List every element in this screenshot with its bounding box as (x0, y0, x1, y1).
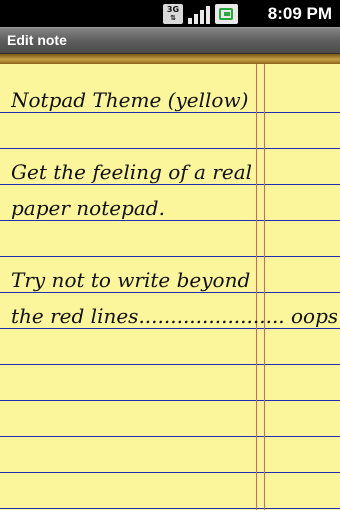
status-time: 8:09 PM (267, 4, 332, 23)
note-line: Notpad Theme (yellow) (11, 88, 249, 112)
note-editor[interactable]: Notpad Theme (yellow) Get the feeling of… (0, 64, 340, 510)
status-icons: 3G ⇅ (163, 3, 238, 24)
battery-icon (215, 3, 238, 24)
note-line: the red lines....................... oop… (11, 304, 337, 328)
ruled-line (0, 148, 340, 149)
page-title: Edit note (7, 32, 67, 48)
ruled-line (0, 400, 340, 401)
signal-strength-icon (188, 4, 210, 24)
3g-data-icon: 3G ⇅ (163, 3, 183, 24)
ruled-line (0, 256, 340, 257)
status-bar: 3G ⇅ 8:09 PM (0, 0, 340, 27)
app-title-bar: Edit note (0, 27, 340, 54)
ruled-line (0, 472, 340, 473)
ruled-line (0, 508, 340, 509)
ruled-line (0, 436, 340, 437)
note-line: Try not to write beyond (11, 268, 251, 292)
network-type-label: 3G (166, 4, 180, 14)
notepad-top-border (0, 54, 340, 64)
ruled-line (0, 364, 340, 365)
note-line: Get the feeling of a real (11, 160, 253, 184)
note-line: paper notepad. (11, 196, 165, 220)
